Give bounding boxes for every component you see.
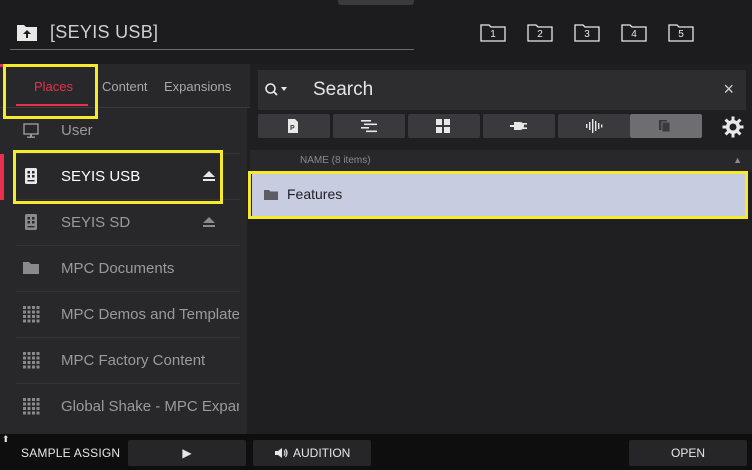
folder-icon xyxy=(264,190,278,200)
search-bar[interactable]: Search × xyxy=(258,70,746,110)
active-tab-indicator xyxy=(16,104,88,106)
search-icon[interactable] xyxy=(264,82,290,98)
quick-folder-1[interactable]: 1 xyxy=(480,22,506,42)
sample-assign-button[interactable]: SAMPLE ASSIGN xyxy=(21,446,120,460)
quick-folder-4[interactable]: 4 xyxy=(621,22,647,42)
accent-corner xyxy=(0,64,6,67)
place-label: User xyxy=(61,122,93,139)
play-icon: ▶ xyxy=(182,446,192,460)
tab-places[interactable]: Places xyxy=(34,79,73,94)
all-files-icon xyxy=(659,120,671,133)
path-label: [SEYIS USB] xyxy=(50,22,159,42)
header: [SEYIS USB] 1 2 3 4 5 xyxy=(0,0,752,64)
gear-icon[interactable] xyxy=(722,116,744,138)
place-label: MPC Factory Content xyxy=(61,352,206,369)
folder-up-icon[interactable] xyxy=(16,22,38,42)
svg-text:P: P xyxy=(290,125,295,132)
place-label: MPC Documents xyxy=(61,260,175,277)
place-label: MPC Demos and Templates xyxy=(61,306,239,323)
grid-icon xyxy=(23,306,40,323)
list-item-label: Features xyxy=(287,186,343,202)
file-browser-panel: Search × P NAME (8 items) ▲ Features xyxy=(250,64,752,434)
filter-plugin-button[interactable] xyxy=(483,114,555,138)
place-item-seyis-usb[interactable]: SEYIS USB xyxy=(0,154,250,200)
speaker-icon xyxy=(275,448,288,458)
top-handle[interactable] xyxy=(338,0,414,5)
tab-content[interactable]: Content xyxy=(102,79,148,94)
folder-icon xyxy=(23,262,39,274)
place-item-mpc-demos[interactable]: MPC Demos and Templates xyxy=(0,292,250,338)
path-underline xyxy=(10,49,414,50)
place-label: Global Shake - MPC Expansion xyxy=(61,398,239,415)
tab-expansions[interactable]: Expansions xyxy=(164,79,231,94)
selection-indicator xyxy=(0,154,4,200)
sort-ascending-icon[interactable]: ▲ xyxy=(733,155,742,165)
search-input[interactable]: Search xyxy=(313,79,373,101)
quick-folder-2[interactable]: 2 xyxy=(527,22,553,42)
place-item-mpc-documents[interactable]: MPC Documents xyxy=(0,246,250,292)
places-panel: Places Content Expansions User SEYIS USB xyxy=(0,64,250,434)
plugin-icon xyxy=(510,122,527,130)
filter-audio-button[interactable] xyxy=(558,114,630,138)
grid-icon xyxy=(436,119,450,133)
column-header[interactable]: NAME (8 items) ▲ xyxy=(250,150,752,172)
drive-icon xyxy=(25,168,37,184)
grid-icon xyxy=(23,398,40,415)
shift-arrow-icon: ⬆ xyxy=(2,434,10,444)
monitor-icon xyxy=(23,123,39,138)
filter-program-button[interactable]: P xyxy=(258,114,330,138)
quick-folder-5[interactable]: 5 xyxy=(668,22,694,42)
eject-icon[interactable] xyxy=(202,216,216,228)
waveform-icon xyxy=(586,119,603,133)
open-button[interactable]: OPEN xyxy=(629,440,747,466)
quick-folder-3[interactable]: 3 xyxy=(574,22,600,42)
footer-bar: ⬆ SAMPLE ASSIGN ▶ AUDITION OPEN xyxy=(0,434,752,470)
eject-icon[interactable] xyxy=(202,170,216,182)
filter-kit-button[interactable] xyxy=(408,114,480,138)
place-item-seyis-sd[interactable]: SEYIS SD xyxy=(0,200,250,246)
grid-icon xyxy=(23,352,40,369)
play-button[interactable]: ▶ xyxy=(128,440,246,466)
list-item[interactable]: Features xyxy=(252,174,746,216)
filter-all-files-button[interactable] xyxy=(630,114,702,138)
open-label: OPEN xyxy=(670,446,705,460)
place-item-mpc-factory[interactable]: MPC Factory Content xyxy=(0,338,250,384)
program-icon: P xyxy=(288,119,298,133)
place-item-user[interactable]: User xyxy=(0,108,250,154)
drive-icon xyxy=(25,214,37,230)
audition-button[interactable]: AUDITION xyxy=(253,440,371,466)
close-icon[interactable]: × xyxy=(723,79,734,100)
sequence-icon xyxy=(361,120,377,133)
filter-sequence-button[interactable] xyxy=(333,114,405,138)
name-column-label: NAME (8 items) xyxy=(300,155,371,166)
place-item-global-shake[interactable]: Global Shake - MPC Expansion xyxy=(0,384,250,430)
browser-tabs: Places Content Expansions xyxy=(0,64,250,108)
audition-label: AUDITION xyxy=(293,446,351,460)
